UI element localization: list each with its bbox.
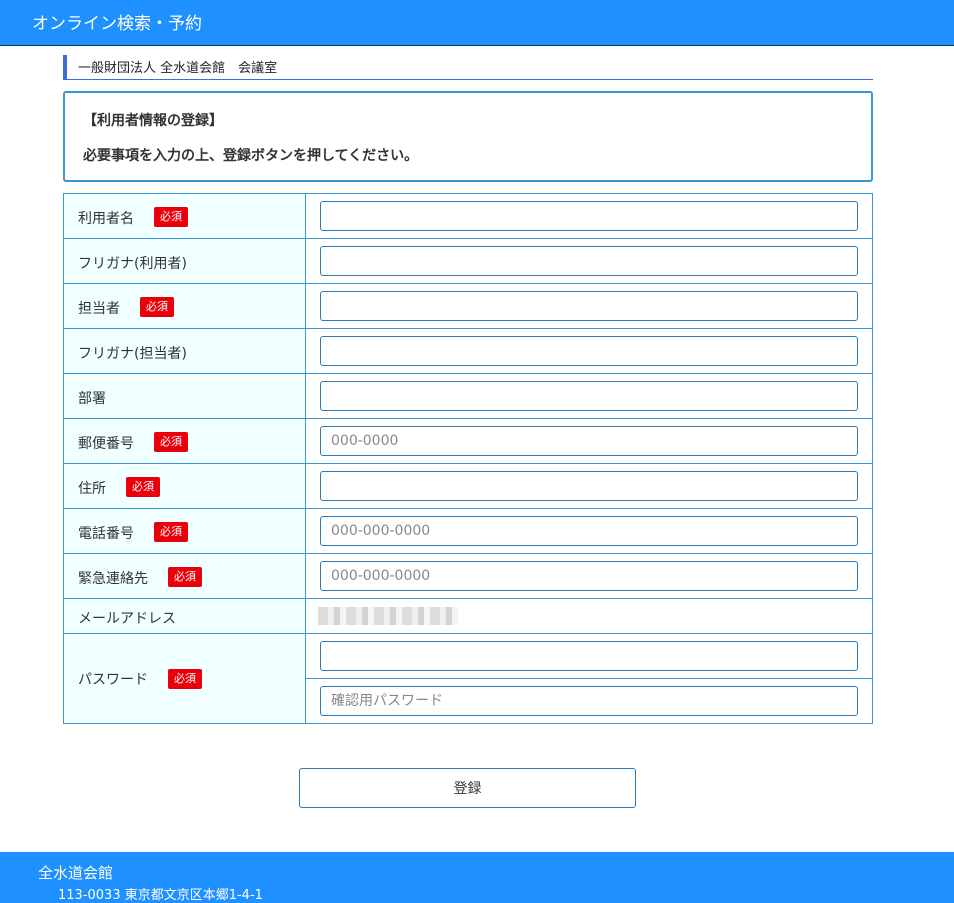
- field-cell: [306, 464, 872, 508]
- label-cell: 緊急連絡先 必須: [64, 554, 306, 598]
- department-input[interactable]: [320, 381, 858, 411]
- field-cell: [306, 599, 872, 633]
- label-cell: フリガナ(担当者): [64, 329, 306, 373]
- user-name-label: 利用者名: [78, 211, 134, 227]
- row-postal-code: 郵便番号 必須: [64, 419, 872, 464]
- department-label: 部署: [78, 391, 106, 407]
- phone-label: 電話番号: [78, 526, 134, 542]
- required-badge: 必須: [168, 567, 202, 587]
- register-button[interactable]: 登録: [299, 768, 636, 808]
- field-cell: [306, 194, 872, 238]
- postal-code-label: 郵便番号: [78, 436, 134, 452]
- facility-name: 一般財団法人 全水道会館 会議室: [78, 61, 278, 76]
- field-cell: [306, 239, 872, 283]
- password-label: パスワード: [78, 672, 148, 688]
- address-label: 住所: [78, 481, 106, 497]
- label-cell: 部署: [64, 374, 306, 418]
- label-cell: 電話番号 必須: [64, 509, 306, 553]
- footer: 全水道会館 113-0033 東京都文京区本郷1-4-1: [0, 852, 954, 903]
- app-header: オンライン検索・予約: [0, 0, 954, 46]
- label-cell: フリガナ(利用者): [64, 239, 306, 283]
- field-cell: [306, 374, 872, 418]
- address-input[interactable]: [320, 471, 858, 501]
- password-divider: [306, 678, 872, 679]
- user-kana-label: フリガナ(利用者): [78, 256, 187, 272]
- app-title: オンライン検索・予約: [32, 14, 202, 34]
- contact-person-label: 担当者: [78, 301, 120, 317]
- postal-code-input[interactable]: [320, 426, 858, 456]
- notice-message: 必要事項を入力の上、登録ボタンを押してください。: [83, 148, 419, 164]
- email-value-redacted: [318, 607, 458, 625]
- footer-name: 全水道会館: [38, 864, 114, 882]
- contact-person-input[interactable]: [320, 291, 858, 321]
- label-cell: メールアドレス: [64, 599, 306, 633]
- emergency-label: 緊急連絡先: [78, 571, 148, 587]
- required-badge: 必須: [154, 522, 188, 542]
- footer-address: 113-0033 東京都文京区本郷1-4-1: [58, 888, 263, 903]
- row-user-name: 利用者名 必須: [64, 194, 872, 239]
- notice-heading: 【利用者情報の登録】: [83, 113, 223, 129]
- row-phone: 電話番号 必須: [64, 509, 872, 554]
- required-badge: 必須: [126, 477, 160, 497]
- row-email: メールアドレス: [64, 599, 872, 634]
- row-user-kana: フリガナ(利用者): [64, 239, 872, 284]
- row-contact-person: 担当者 必須: [64, 284, 872, 329]
- required-badge: 必須: [140, 297, 174, 317]
- contact-kana-input[interactable]: [320, 336, 858, 366]
- notice-box: 【利用者情報の登録】 必要事項を入力の上、登録ボタンを押してください。: [63, 91, 873, 182]
- label-cell: 利用者名 必須: [64, 194, 306, 238]
- password-input[interactable]: [320, 641, 858, 671]
- password-confirm-input[interactable]: [320, 686, 858, 716]
- field-cell: [306, 419, 872, 463]
- field-cell: [306, 284, 872, 328]
- row-address: 住所 必須: [64, 464, 872, 509]
- required-badge: 必須: [168, 669, 202, 689]
- required-badge: 必須: [154, 432, 188, 452]
- emergency-input[interactable]: [320, 561, 858, 591]
- field-cell: [306, 509, 872, 553]
- registration-form: 利用者名 必須 フリガナ(利用者) 担当者 必須 フリガナ(担当者) 部署 郵便…: [63, 193, 873, 724]
- row-department: 部署: [64, 374, 872, 419]
- field-cell: [306, 329, 872, 373]
- field-cell: [306, 554, 872, 598]
- user-name-input[interactable]: [320, 201, 858, 231]
- row-contact-kana: フリガナ(担当者): [64, 329, 872, 374]
- label-cell: 郵便番号 必須: [64, 419, 306, 463]
- label-cell: 担当者 必須: [64, 284, 306, 328]
- user-kana-input[interactable]: [320, 246, 858, 276]
- row-emergency: 緊急連絡先 必須: [64, 554, 872, 599]
- label-cell: パスワード 必須: [64, 634, 306, 723]
- required-badge: 必須: [154, 207, 188, 227]
- label-cell: 住所 必須: [64, 464, 306, 508]
- row-password: パスワード 必須: [64, 634, 872, 723]
- email-label: メールアドレス: [78, 611, 176, 627]
- contact-kana-label: フリガナ(担当者): [78, 346, 187, 362]
- phone-input[interactable]: [320, 516, 858, 546]
- facility-heading: 一般財団法人 全水道会館 会議室: [63, 55, 873, 80]
